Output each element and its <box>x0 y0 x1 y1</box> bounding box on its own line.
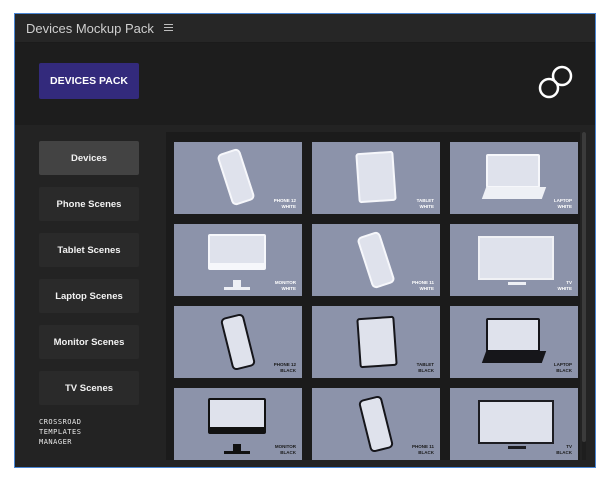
laptop-black-icon <box>486 318 540 352</box>
tile-phone-12-white[interactable]: PHONE 12 WHITE <box>174 142 302 214</box>
laptop-base <box>481 351 547 363</box>
tile-phone-11-black[interactable]: PHONE 11 BLACK <box>312 388 440 460</box>
tablet-white-icon <box>355 150 397 204</box>
tile-tv-white[interactable]: TV WHITE <box>450 224 578 296</box>
tile-monitor-black[interactable]: MONITOR BLACK <box>174 388 302 460</box>
tile-laptop-black[interactable]: LAPTOP BLACK <box>450 306 578 378</box>
laptop-base <box>481 187 547 199</box>
tile-label: PHONE 12 BLACK <box>273 362 296 373</box>
sidebar-item-tv-scenes[interactable]: TV Scenes <box>39 371 139 405</box>
hamburger-icon[interactable] <box>163 24 174 32</box>
tile-laptop-white[interactable]: LAPTOP WHITE <box>450 142 578 214</box>
tile-tv-black[interactable]: TV BLACK <box>450 388 578 460</box>
device-grid-area: PHONE 12 WHITE TABLET WHITE LAPTOP WHITE MO… <box>166 132 580 460</box>
tile-label: PHONE 11 WHITE <box>411 280 434 291</box>
manager-line-3: MANAGER <box>39 438 73 446</box>
tile-phone-12-black[interactable]: PHONE 12 BLACK <box>174 306 302 378</box>
sidebar-item-devices[interactable]: Devices <box>39 141 139 175</box>
tile-phone-11-white[interactable]: PHONE 11 WHITE <box>312 224 440 296</box>
tablet-black-icon <box>356 315 398 369</box>
tile-label: TABLET BLACK <box>416 362 434 373</box>
phone-11-white-icon <box>356 230 396 290</box>
sidebar-item-tablet-scenes[interactable]: Tablet Scenes <box>39 233 139 267</box>
tv-stand <box>508 446 526 449</box>
tile-label: PHONE 12 WHITE <box>273 198 296 209</box>
crossroad-logo-icon <box>538 65 573 99</box>
tile-label: PHONE 11 BLACK <box>411 444 434 455</box>
tile-label: TV BLACK <box>556 444 572 455</box>
monitor-black-icon <box>208 398 266 434</box>
tile-tablet-black[interactable]: TABLET BLACK <box>312 306 440 378</box>
phone-11-black-icon <box>357 394 395 454</box>
tile-label: TABLET WHITE <box>416 198 434 209</box>
tile-label: LAPTOP BLACK <box>553 362 572 373</box>
sidebar: Devices Phone Scenes Tablet Scenes Lapto… <box>15 125 163 467</box>
tile-label: LAPTOP WHITE <box>553 198 572 209</box>
manager-line-2: TEMPLATES <box>39 428 82 436</box>
tv-black-icon <box>478 400 554 444</box>
sidebar-item-monitor-scenes[interactable]: Monitor Scenes <box>39 325 139 359</box>
scrollbar-thumb[interactable] <box>582 132 586 442</box>
grid-scrollbar[interactable] <box>582 132 586 460</box>
tv-stand <box>508 282 526 285</box>
tile-label: TV WHITE <box>557 280 573 291</box>
phone-12-black-icon <box>219 312 257 372</box>
panel-title: Devices Mockup Pack <box>26 20 154 36</box>
monitor-foot <box>224 451 250 454</box>
templates-manager-label: CROSSROAD TEMPLATES MANAGER <box>39 417 81 447</box>
extension-panel: Devices Mockup Pack DEVICES PACK Devices… <box>14 13 596 468</box>
devices-pack-button[interactable]: DEVICES PACK <box>39 63 139 99</box>
header: DEVICES PACK <box>15 43 595 125</box>
tile-monitor-white[interactable]: MONITOR WHITE <box>174 224 302 296</box>
monitor-foot <box>224 287 250 290</box>
tile-tablet-white[interactable]: TABLET WHITE <box>312 142 440 214</box>
tv-white-icon <box>478 236 554 280</box>
tile-label: MONITOR BLACK <box>274 444 296 455</box>
sidebar-item-laptop-scenes[interactable]: Laptop Scenes <box>39 279 139 313</box>
sidebar-item-phone-scenes[interactable]: Phone Scenes <box>39 187 139 221</box>
tile-label: MONITOR WHITE <box>274 280 296 291</box>
laptop-white-icon <box>486 154 540 188</box>
manager-line-1: CROSSROAD <box>39 418 82 426</box>
monitor-white-icon <box>208 234 266 270</box>
title-bar: Devices Mockup Pack <box>15 14 595 43</box>
phone-12-white-icon <box>216 147 256 207</box>
